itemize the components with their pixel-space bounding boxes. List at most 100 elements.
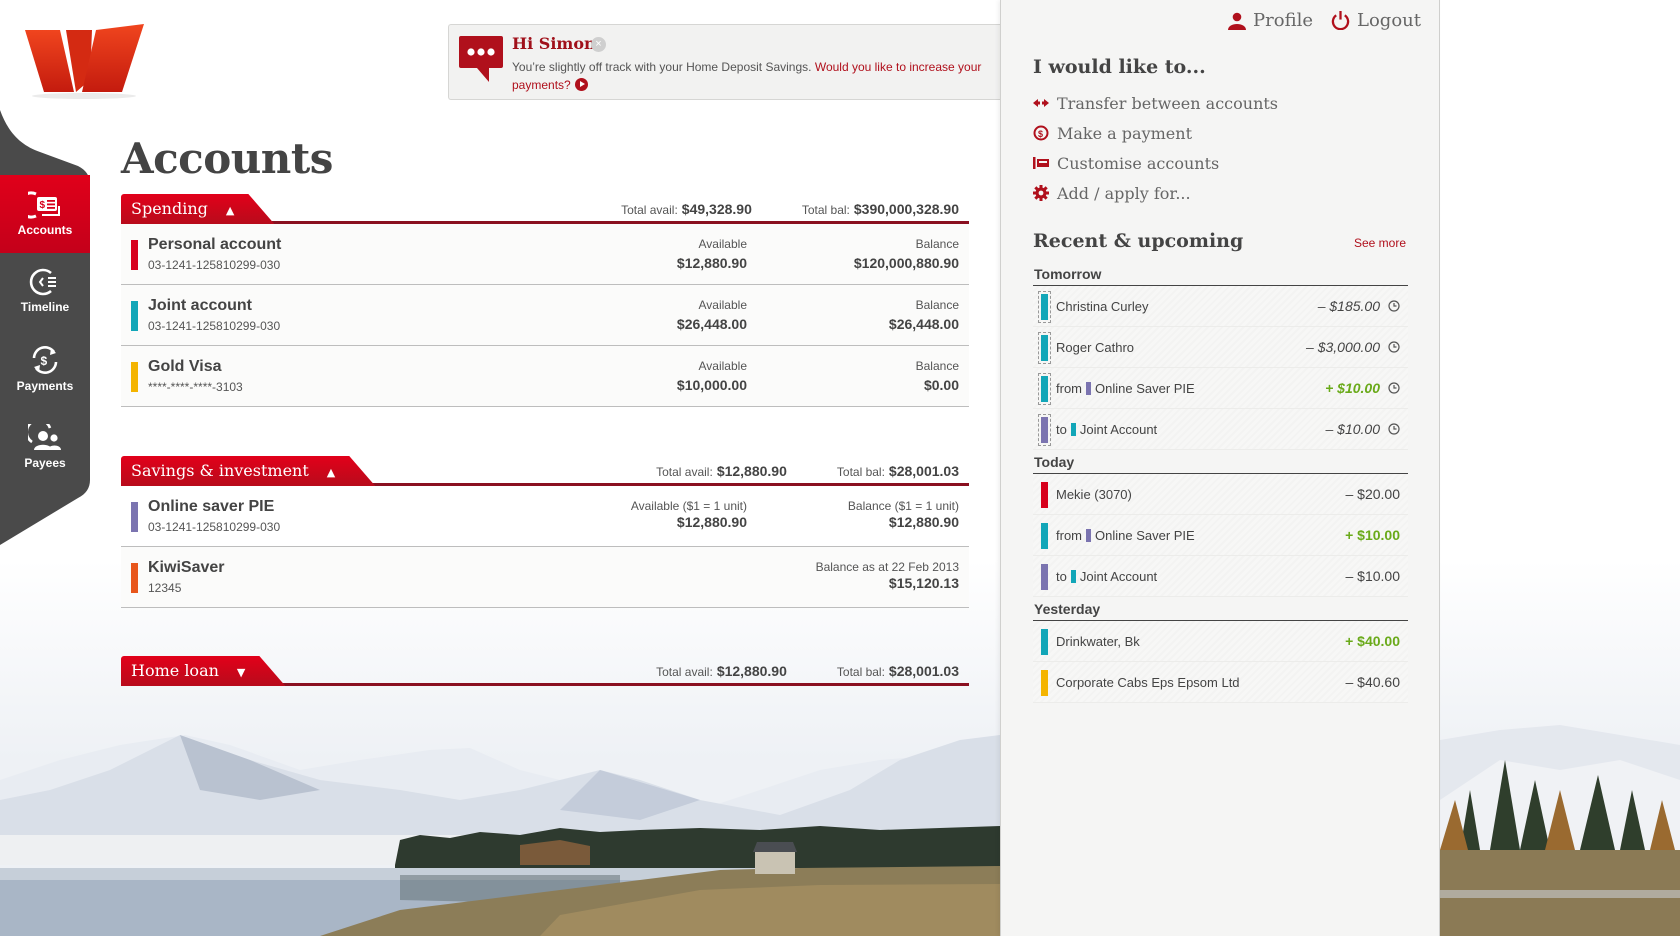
transaction-amount: – $185.00 [1317,298,1380,314]
transaction-list: Tomorrow Christina Curley – $185.00 Roger C… [1033,262,1408,703]
account-color-bar [1041,523,1048,549]
sidebar-item-label: Accounts [17,223,73,237]
transaction-amount: + $10.00 [1345,527,1400,543]
transfer-direction: from [1056,381,1082,396]
account-number: 12345 [148,581,182,595]
transaction-row[interactable]: to Joint Account – $10.00 [1033,409,1408,450]
group-toggle-tab[interactable]: Home loan ▼ [121,656,285,686]
quick-actions-title: I would like to... [1033,56,1206,78]
group-totals: Total avail: $49,328.90 Total bal: $390,00… [621,201,959,217]
profile-label: Profile [1253,10,1314,31]
power-icon [1331,11,1350,30]
sidebar-item-timeline[interactable]: Timeline [0,252,90,330]
day-heading: Tomorrow [1033,262,1408,286]
right-panel: Profile Logout I would like to... Transf… [1000,0,1440,936]
transaction-row[interactable]: to Joint Account – $10.00 [1033,556,1408,597]
linked-account-swatch [1070,570,1076,583]
balance-label: Balance [915,237,959,251]
play-arrow-icon[interactable] [574,78,588,91]
see-more-link[interactable]: See more [1354,236,1406,250]
svg-text:$: $ [41,354,48,368]
account-number: 03-1241-125810299-030 [148,520,281,534]
account-row[interactable]: Personal account 03-1241-125810299-030 A… [121,224,969,285]
account-name: Gold Visa [148,358,222,375]
account-color-bar [1038,414,1051,446]
available-value: $10,000.00 [676,377,747,393]
scheduled-clock-icon [1388,423,1400,435]
logout-label: Logout [1357,10,1421,31]
quick-link-payment[interactable]: $ Make a payment [1033,118,1278,148]
group-header: Home loan ▼ Total avail: $12,880.90 Total … [121,656,969,686]
recent-upcoming-title: Recent & upcoming [1033,230,1244,252]
group-toggle-tab[interactable]: Spending ▲ [121,194,274,224]
account-row[interactable]: Joint account 03-1241-125810299-030 Avai… [121,285,969,346]
transaction-row[interactable]: Corporate Cabs Eps Epsom Ltd – $40.60 [1033,662,1408,703]
total-avail-value: $49,328.90 [681,201,752,217]
account-color-bar [1038,332,1051,364]
available-value: $26,448.00 [676,316,747,332]
day-heading: Today [1033,450,1408,474]
balance-label: Balance as at 22 Feb 2013 [815,560,959,574]
transaction-amount: – $20.00 [1345,486,1401,502]
transaction-payee: Corporate Cabs Eps Epsom Ltd [1056,675,1240,690]
transaction-row[interactable]: Drinkwater, Bk + $40.00 [1033,621,1408,662]
account-color-swatch [131,563,138,593]
close-notification-button[interactable]: × [591,37,606,52]
account-number: 03-1241-125810299-030 [148,319,281,333]
expand-caret-icon: ▼ [236,666,246,679]
account-color-bar [1041,482,1048,508]
total-bal-value: $28,001.03 [888,663,959,679]
account-row[interactable]: Online saver PIE 03-1241-125810299-030 A… [121,486,969,547]
transaction-row[interactable]: Roger Cathro – $3,000.00 [1033,327,1408,368]
quick-link-customise[interactable]: Customise accounts [1033,148,1278,178]
sidebar-nav: $ Accounts Timeline $ Payments Payees [0,110,92,550]
group-toggle-tab[interactable]: Savings & investment ▲ [121,456,375,486]
timeline-icon [29,268,56,296]
transaction-row[interactable]: Mekie (3070) – $20.00 [1033,474,1408,515]
transaction-description: Roger Cathro [1056,340,1134,355]
group-title: Spending [131,199,208,218]
account-number: ****-****-****-3103 [148,380,243,394]
logout-link[interactable]: Logout [1331,10,1421,31]
sidebar-item-payees[interactable]: Payees [0,408,90,486]
total-bal-value: $390,000,328.90 [853,201,959,217]
transaction-description: Drinkwater, Bk [1056,634,1140,649]
sidebar-item-accounts[interactable]: $ Accounts [0,175,90,253]
transaction-row[interactable]: from Online Saver PIE + $10.00 [1033,515,1408,556]
sidebar-item-payments[interactable]: $ Payments [0,330,90,408]
scheduled-clock-icon [1388,341,1400,353]
collapse-caret-icon: ▲ [326,466,336,479]
transaction-amount: – $40.60 [1345,674,1401,690]
transaction-payee: Roger Cathro [1056,340,1135,355]
transaction-row[interactable]: from Online Saver PIE + $10.00 [1033,368,1408,409]
account-row[interactable]: KiwiSaver 12345 Balance as at 22 Feb 201… [121,547,969,608]
account-row[interactable]: Gold Visa ****-****-****-3103 Available $… [121,346,969,407]
account-name: Personal account [148,236,282,253]
sidebar-item-label: Timeline [20,300,70,314]
transaction-row[interactable]: Christina Curley – $185.00 [1033,286,1408,327]
account-color-swatch [131,502,138,532]
accounts-icon: $ [28,191,60,219]
quick-link-transfer[interactable]: Transfer between accounts [1033,88,1278,118]
available-label: Available [698,359,747,373]
group-title: Savings & investment [131,461,309,480]
transfer-direction: from [1056,528,1082,543]
total-avail-label: Total avail: [656,465,713,479]
transaction-payee: Christina Curley [1056,299,1149,314]
available-label: Available [698,298,747,312]
account-color-bar [1041,670,1048,696]
westpac-logo[interactable] [22,20,148,100]
account-color-swatch [131,240,138,270]
balance-value: $120,000,880.90 [853,255,959,271]
quick-link-add-apply[interactable]: Add / apply for... [1033,178,1278,208]
group-totals: Total avail: $12,880.90 Total bal: $28,001… [656,463,959,479]
group-home-loan: Home loan ▼ Total avail: $12,880.90 Total … [121,656,969,686]
profile-link[interactable]: Profile [1228,10,1313,31]
account-name: Joint account [148,297,253,314]
balance-label: Balance [915,359,959,373]
transaction-description: Corporate Cabs Eps Epsom Ltd [1056,675,1240,690]
sidebar-item-label: Payees [24,456,66,470]
account-color-bar [1038,373,1051,405]
transfer-direction: to [1056,569,1067,584]
total-bal-value: $28,001.03 [888,463,959,479]
